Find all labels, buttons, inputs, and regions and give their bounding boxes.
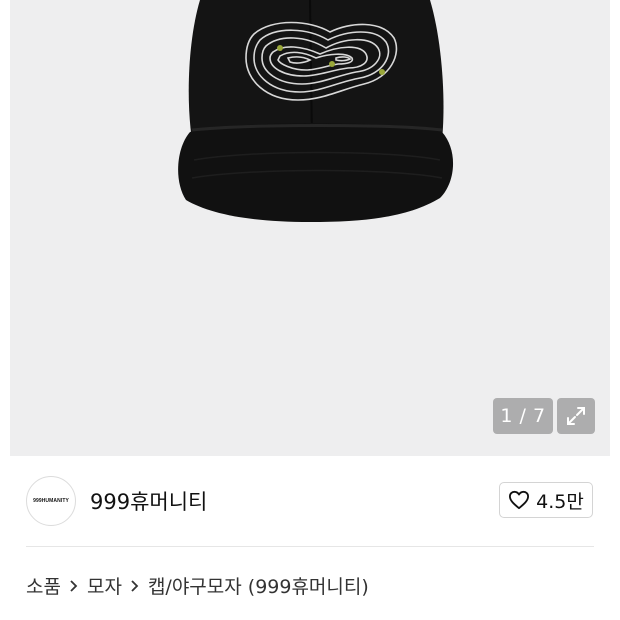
- brand-logo[interactable]: 999HUMANITY: [26, 476, 76, 526]
- divider: [26, 546, 594, 547]
- expand-image-button[interactable]: [557, 398, 595, 434]
- brand-name-link[interactable]: 999휴머니티: [90, 486, 207, 516]
- breadcrumb-item-accessories[interactable]: 소품: [26, 572, 61, 599]
- like-button[interactable]: 4.5만: [499, 482, 593, 518]
- brand-logo-text: 999HUMANITY: [33, 498, 69, 504]
- product-image-cap[interactable]: [10, 0, 610, 456]
- product-image-gallery[interactable]: 1 / 7: [10, 0, 610, 456]
- brand-row: 999HUMANITY 999휴머니티 4.5만: [0, 456, 620, 546]
- chevron-right-icon: [130, 579, 140, 593]
- like-count: 4.5만: [536, 490, 584, 513]
- product-title-cutoff: [26, 612, 186, 620]
- image-counter-text: 1 / 7: [500, 405, 546, 427]
- heart-outline-icon: [509, 490, 530, 510]
- expand-arrows-icon: [567, 407, 585, 425]
- chevron-right-icon: [69, 579, 79, 593]
- breadcrumb-item-caps[interactable]: 캡/야구모자 (999휴머니티): [148, 572, 369, 599]
- image-counter: 1 / 7: [493, 398, 553, 434]
- breadcrumb-item-hats[interactable]: 모자: [87, 572, 122, 599]
- breadcrumb: 소품 모자 캡/야구모자 (999휴머니티): [26, 572, 369, 599]
